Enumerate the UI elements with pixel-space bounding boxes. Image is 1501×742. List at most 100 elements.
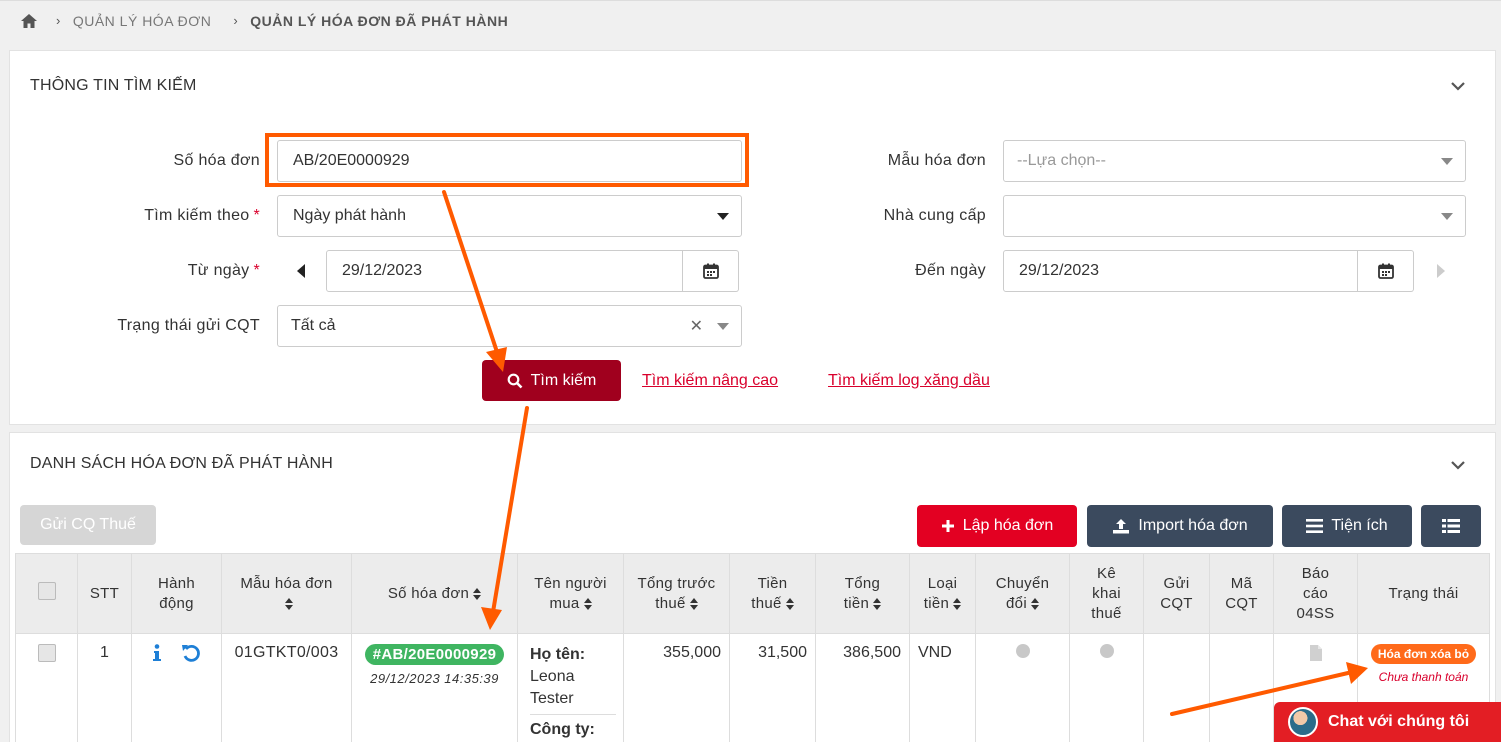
invoice-number-badge[interactable]: #AB/20E0000929 (364, 644, 505, 665)
list-icon (1306, 519, 1324, 533)
header-total[interactable]: Tổng tiền (815, 553, 910, 634)
document-icon[interactable] (1309, 644, 1323, 662)
header-send: Gửi CQT (1143, 553, 1210, 634)
row-currency: VND (909, 633, 976, 742)
status-select[interactable]: Tất cả ✕ (277, 305, 742, 347)
breadcrumb-item-issued-invoices: QUẢN LÝ HÓA ĐƠN ĐÃ PHÁT HÀNH (250, 12, 509, 29)
chevron-right-icon: › (233, 13, 239, 28)
header-status: Trạng thái (1357, 553, 1490, 634)
header-tax[interactable]: Tiền thuế (729, 553, 816, 634)
supplier-select[interactable] (1003, 195, 1466, 237)
caret-down-icon (717, 213, 729, 220)
header-select-all (15, 553, 78, 634)
home-icon[interactable] (20, 13, 38, 29)
select-all-checkbox[interactable] (37, 581, 56, 600)
sort-icon (473, 587, 482, 600)
utilities-button[interactable]: Tiện ích (1282, 505, 1412, 547)
search-by-value: Ngày phát hành (293, 207, 406, 224)
chat-widget[interactable]: Chat với chúng tôi (1274, 702, 1501, 742)
to-date-value: 29/12/2023 (1019, 262, 1100, 279)
sort-icon (873, 597, 882, 610)
search-icon (507, 373, 523, 388)
from-date-label: Từ ngày * (187, 262, 260, 279)
calendar-icon (702, 263, 719, 279)
row-pretax: 355,000 (623, 633, 730, 742)
invoice-list-title: DANH SÁCH HÓA ĐƠN ĐÃ PHÁT HÀNH (30, 455, 334, 472)
template-select[interactable]: --Lựa chọn-- (1003, 140, 1466, 182)
from-date-input[interactable]: 29/12/2023 (326, 250, 683, 292)
info-icon[interactable] (152, 644, 162, 662)
caret-down-icon (717, 323, 729, 330)
search-by-label: Tìm kiếm theo * (144, 207, 260, 224)
from-date-value: 29/12/2023 (342, 262, 423, 279)
template-placeholder: --Lựa chọn-- (1017, 152, 1106, 169)
search-panel: THÔNG TIN TÌM KIẾM (9, 50, 1496, 425)
invoice-number-highlight (265, 133, 749, 187)
header-stt: STT (77, 553, 132, 634)
advanced-search-link[interactable]: Tìm kiếm nâng cao (642, 372, 778, 390)
plus-icon (941, 520, 954, 532)
sort-icon (1030, 597, 1039, 610)
breadcrumb: › QUẢN LÝ HÓA ĐƠN › QUẢN LÝ HÓA ĐƠN ĐÃ P… (0, 0, 1501, 40)
caret-down-icon (1441, 158, 1453, 165)
previous-day-icon[interactable] (297, 264, 305, 278)
list-detail-icon (1442, 519, 1460, 533)
row-tax: 31,500 (729, 633, 816, 742)
column-settings-button[interactable] (1421, 505, 1481, 547)
collapse-chevron-icon[interactable] (1451, 460, 1465, 470)
collapse-chevron-icon[interactable] (1451, 81, 1465, 91)
buyer-name-label: Họ tên: (530, 646, 586, 663)
caret-down-icon (1441, 213, 1453, 220)
from-date-calendar-button[interactable] (683, 250, 739, 292)
chevron-right-icon: › (56, 13, 61, 28)
create-invoice-button[interactable]: Lập hóa đơn (917, 505, 1077, 547)
to-date-calendar-button[interactable] (1358, 250, 1414, 292)
sort-icon (284, 597, 293, 610)
send-tax-authority-button[interactable]: Gửi CQ Thuế (20, 505, 156, 545)
sort-icon (953, 597, 962, 610)
check-circle-icon (1015, 644, 1030, 658)
supplier-label: Nhà cung cấp (883, 207, 986, 224)
check-circle-icon (1099, 644, 1114, 658)
support-avatar (1288, 707, 1318, 737)
header-report: Báo cáo 04SS (1273, 553, 1358, 634)
calendar-icon (1377, 263, 1394, 279)
search-button[interactable]: Tìm kiếm (482, 360, 621, 401)
header-template[interactable]: Mẫu hóa đơn (221, 553, 352, 634)
table-row: 1 01GTKT0/003 #AB/20E0000929 29/12/2023 … (15, 633, 1490, 742)
status-badge: Hóa đơn xóa bỏ (1370, 644, 1477, 664)
company-label: Công ty: (530, 714, 616, 741)
undo-icon[interactable] (181, 644, 201, 662)
upload-icon (1113, 519, 1130, 534)
header-buyer[interactable]: Tên người mua (517, 553, 624, 634)
header-pretax[interactable]: Tổng trước thuế (623, 553, 730, 634)
invoice-datetime: 29/12/2023 14:35:39 (370, 671, 499, 686)
header-action: Hành động (131, 553, 222, 634)
to-date-label: Đến ngày (915, 262, 986, 279)
search-by-select[interactable]: Ngày phát hành (277, 195, 742, 237)
to-date-input[interactable]: 29/12/2023 (1003, 250, 1358, 292)
next-day-icon[interactable] (1437, 264, 1445, 278)
invoice-table: STT Hành động Mẫu hóa đơn Số hóa đơn Tên … (15, 553, 1490, 742)
header-declare: Kê khai thuế (1069, 553, 1144, 634)
row-stt: 1 (77, 633, 132, 742)
buyer-name: Leona Tester (530, 668, 575, 707)
status-value: Tất cả (291, 317, 336, 334)
search-panel-title: THÔNG TIN TÌM KIẾM (30, 77, 197, 94)
import-invoice-button[interactable]: Import hóa đơn (1087, 505, 1273, 547)
payment-status: Chưa thanh toán (1378, 670, 1469, 684)
sort-icon (583, 597, 592, 610)
sort-icon (689, 597, 698, 610)
row-template: 01GTKT0/003 (221, 633, 352, 742)
chat-label: Chat với chúng tôi (1328, 713, 1470, 730)
header-invoice-number[interactable]: Số hóa đơn (351, 553, 518, 634)
clear-icon[interactable]: ✕ (690, 316, 703, 336)
header-convert[interactable]: Chuyển đổi (975, 553, 1070, 634)
row-total: 386,500 (815, 633, 910, 742)
row-checkbox[interactable] (37, 644, 56, 662)
fuel-log-search-link[interactable]: Tìm kiếm log xăng dầu (828, 372, 990, 390)
breadcrumb-item-invoice-management[interactable]: QUẢN LÝ HÓA ĐƠN (73, 13, 212, 29)
invoice-number-label: Số hóa đơn (173, 152, 260, 169)
status-label: Trạng thái gửi CQT (117, 317, 260, 334)
header-currency[interactable]: Loại tiền (909, 553, 976, 634)
